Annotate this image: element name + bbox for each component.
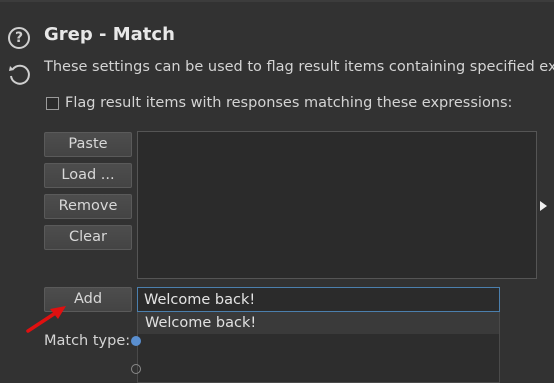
expressions-list[interactable] xyxy=(137,131,537,279)
help-icon[interactable]: ? xyxy=(8,27,30,49)
flag-checkbox-row[interactable]: Flag result items with responses matchin… xyxy=(46,95,512,111)
autocomplete-dropdown[interactable]: Welcome back! xyxy=(137,312,500,383)
section-title: Grep - Match xyxy=(44,24,175,45)
add-expression-input[interactable] xyxy=(137,287,500,312)
autocomplete-item[interactable]: Welcome back! xyxy=(138,312,499,334)
clear-button[interactable]: Clear xyxy=(44,225,132,250)
remove-button[interactable]: Remove xyxy=(44,194,132,219)
reset-icon[interactable] xyxy=(6,62,32,88)
section-description: These settings can be used to flag resul… xyxy=(44,59,554,75)
expand-arrow-icon[interactable] xyxy=(540,201,547,211)
red-arrow-icon xyxy=(26,306,66,333)
match-type-radio[interactable] xyxy=(131,336,141,346)
paste-button[interactable]: Paste xyxy=(44,132,132,157)
top-divider xyxy=(0,0,554,2)
match-type-radio[interactable] xyxy=(131,364,141,374)
flag-checkbox[interactable] xyxy=(46,96,59,110)
load-button[interactable]: Load ... xyxy=(44,163,132,188)
flag-checkbox-label: Flag result items with responses matchin… xyxy=(65,95,513,111)
